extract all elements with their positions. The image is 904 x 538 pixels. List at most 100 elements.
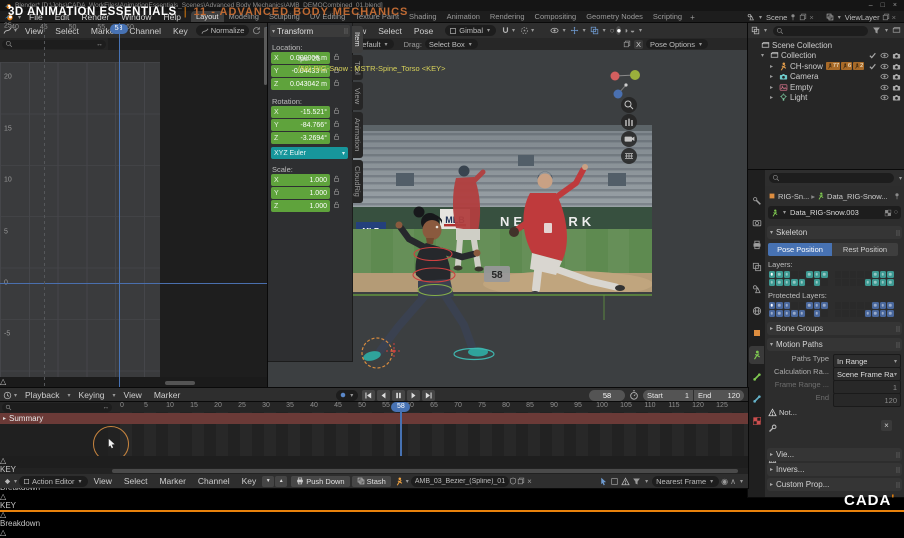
fake-user-icon[interactable] — [884, 209, 892, 217]
dope-menu-view[interactable]: View — [88, 476, 118, 486]
expand-toggle-icon[interactable]: ▸ — [770, 94, 777, 101]
layer-toggle[interactable] — [806, 278, 813, 286]
layer-toggle[interactable] — [887, 278, 894, 286]
properties-tab-object[interactable] — [749, 324, 764, 342]
action-link-icon[interactable] — [395, 477, 404, 486]
outliner-row-empty[interactable]: ▸ Empty — [748, 82, 904, 93]
motion-paths-row-value[interactable]: In Range ▾ — [833, 354, 901, 368]
scale-x-lock-icon[interactable] — [332, 174, 341, 183]
outliner-row-camera[interactable]: ▸ Camera — [748, 72, 904, 83]
frame-start-field[interactable]: Start 1 — [643, 389, 693, 401]
layer-toggle[interactable] — [834, 301, 841, 309]
camera-toggle-icon[interactable] — [892, 83, 901, 92]
tab-compositing[interactable]: Compositing — [530, 11, 582, 23]
graph-plot[interactable]: 2520151050-5 — [0, 23, 268, 388]
pose-position-button[interactable]: Pose Position — [768, 243, 832, 256]
scale-y-field[interactable]: Y 1.000 — [271, 187, 330, 199]
layer-toggle[interactable] — [842, 270, 849, 278]
tab-scripting[interactable]: Scripting — [648, 11, 687, 23]
motion-paths-panel-header[interactable]: ▾ Motion Paths — [767, 338, 902, 351]
panel-grip-icon[interactable] — [342, 27, 350, 35]
layer-toggle[interactable] — [872, 301, 879, 309]
expand-toggle-icon[interactable]: ▸ — [770, 73, 777, 80]
timeline-menu-marker[interactable]: Marker — [148, 390, 186, 400]
layer-toggle[interactable] — [872, 278, 879, 286]
motion-paths-row-value[interactable]: 120 — [833, 393, 901, 407]
layer-toggle[interactable] — [768, 278, 775, 286]
viewport-menu-select[interactable]: Select — [372, 26, 408, 36]
stash-button[interactable]: Stash — [351, 475, 391, 487]
eye-toggle-icon[interactable] — [880, 93, 889, 102]
layer-toggle[interactable] — [857, 301, 864, 309]
layer-toggle[interactable] — [857, 270, 864, 278]
eye-toggle-icon[interactable] — [880, 72, 889, 81]
layer-toggle[interactable] — [791, 278, 798, 286]
expand-toggle-icon[interactable]: ▸ — [770, 63, 777, 70]
expand-toggle-icon[interactable]: ▾ — [761, 52, 768, 59]
layer-toggle[interactable] — [864, 309, 871, 317]
scene-selector[interactable]: ▾ Scene × — [743, 12, 818, 22]
layer-toggle[interactable] — [834, 309, 841, 317]
dope-ruler[interactable]: 0 5 10 15 20 25 30 35 40 45 50 55 60 65 70 75 80 85 90 95 10… — [0, 402, 748, 412]
expand-toggle-icon[interactable]: ▸ — [770, 84, 777, 91]
collapsed-panel-2[interactable]: ▸ Custom Prop... — [767, 478, 902, 491]
tweak-icon[interactable] — [599, 477, 608, 486]
copy-action-icon[interactable] — [517, 477, 525, 485]
data-name-field[interactable]: ▾ Data_RIG-Snow.003 ○ — [768, 206, 901, 219]
layer-toggle[interactable] — [857, 309, 864, 317]
panel-grip-icon[interactable] — [894, 466, 902, 474]
layer-toggle[interactable] — [864, 278, 871, 286]
layer-toggle[interactable] — [768, 301, 775, 309]
layer-toggle[interactable] — [783, 270, 790, 278]
timeline-marker[interactable]: △Breakdown — [0, 510, 748, 528]
snap-icon[interactable] — [501, 26, 510, 35]
close-button[interactable]: × — [893, 2, 897, 9]
layer-toggle[interactable] — [857, 278, 864, 286]
layer-up-button[interactable]: ▲ — [275, 475, 288, 487]
next-keyframe-button[interactable] — [407, 389, 421, 401]
layer-toggle[interactable] — [849, 270, 856, 278]
properties-tab-render[interactable] — [749, 214, 764, 232]
properties-tab-world[interactable] — [749, 302, 764, 320]
layer-toggle[interactable] — [776, 278, 783, 286]
summary-channel-row[interactable]: ▸ Summary — [0, 413, 748, 424]
viewport-menu-pose[interactable]: Pose — [408, 26, 439, 36]
layer-toggle[interactable] — [783, 278, 790, 286]
eye-toggle-icon[interactable] — [880, 83, 889, 92]
expand-icon[interactable]: ↔ — [96, 41, 103, 48]
tab-geometry-nodes[interactable]: Geometry Nodes — [581, 11, 648, 23]
auto-snap-icon[interactable] — [621, 476, 630, 486]
properties-tab-texture[interactable] — [749, 412, 764, 430]
timeline-marker[interactable]: △KEY — [0, 492, 748, 510]
pause-button[interactable] — [392, 389, 406, 401]
rotation-x-lock-icon[interactable] — [332, 106, 341, 115]
layer-toggle[interactable] — [879, 301, 886, 309]
n-panel-tab-animation[interactable]: Animation — [352, 112, 363, 158]
layer-toggle[interactable] — [776, 309, 783, 317]
x-mirror-toggle[interactable]: X — [633, 39, 643, 49]
action-editor-mode-dropdown[interactable]: Action Editor ▾ — [19, 475, 88, 487]
scale-z-field[interactable]: Z 1.000 — [271, 200, 330, 212]
layer-toggle[interactable] — [864, 270, 871, 278]
layer-toggle[interactable] — [791, 301, 798, 309]
properties-tab-view-layer[interactable] — [749, 258, 764, 276]
new-scene-icon[interactable] — [799, 13, 807, 21]
layer-toggle[interactable] — [834, 278, 841, 286]
filter-icon[interactable] — [872, 26, 881, 35]
layer-toggle[interactable] — [798, 301, 805, 309]
tab-shading[interactable]: Shading — [404, 11, 442, 23]
panel-grip-icon[interactable] — [894, 481, 902, 489]
layer-toggle[interactable] — [864, 301, 871, 309]
check-toggle-icon[interactable] — [868, 62, 877, 71]
collapsed-panel-1[interactable]: ▸ Invers... — [767, 463, 902, 476]
outliner-row-light[interactable]: ▸ Light — [748, 93, 904, 104]
outliner-type-icon[interactable] — [751, 26, 760, 35]
expand-icon[interactable]: ↔ — [103, 404, 110, 411]
location-x-lock-icon[interactable] — [332, 52, 341, 61]
layer-toggle[interactable] — [887, 301, 894, 309]
dope-hscrollbar[interactable] — [112, 469, 738, 473]
layer-toggle[interactable] — [879, 270, 886, 278]
action-name-field[interactable]: AMB_03_Bezier_(Spline)_01 — [410, 475, 510, 487]
dope-menu-marker[interactable]: Marker — [153, 476, 191, 486]
scale-z-lock-icon[interactable] — [332, 200, 341, 209]
